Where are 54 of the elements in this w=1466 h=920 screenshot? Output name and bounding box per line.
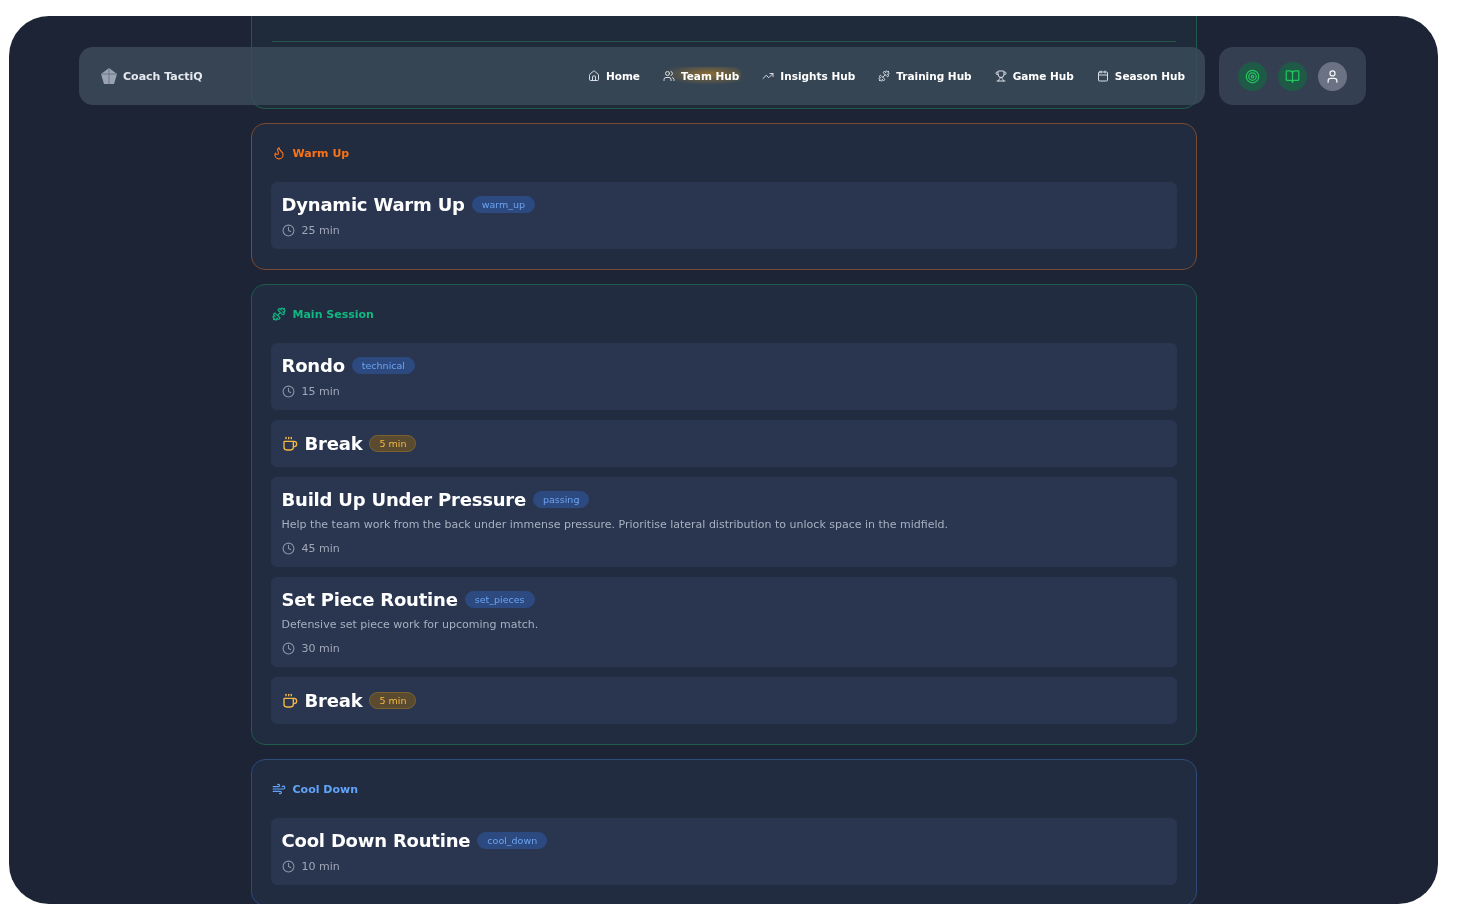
break-title: Break [304, 433, 363, 454]
duration-text: 25 min [301, 223, 340, 237]
trend-icon [762, 70, 775, 82]
duration-tag: 5 min [369, 692, 417, 709]
trophy-icon [994, 70, 1007, 82]
flame-icon [271, 146, 286, 160]
category-tag: technical [351, 356, 415, 374]
section-title: Warm Up [292, 146, 350, 160]
book-icon [1285, 68, 1300, 84]
clock-icon [281, 223, 295, 237]
brand-name: Coach TactiQ [123, 69, 203, 83]
calendar-icon [1096, 70, 1109, 82]
drill-title: Dynamic Warm Up [281, 193, 465, 215]
category-tag: set_pieces [464, 590, 535, 608]
nav-link[interactable]: Season Hub [1094, 67, 1187, 85]
clock-icon [281, 384, 295, 398]
section-title: Cool Down [292, 782, 358, 796]
duration-text: 10 min [301, 859, 340, 873]
dumbbell-icon [878, 70, 891, 82]
nav-link[interactable]: Game Hub [992, 67, 1076, 85]
cup-icon [281, 692, 298, 709]
clock-icon [281, 541, 295, 555]
book-button[interactable] [1278, 61, 1307, 91]
nav-link[interactable]: Home [585, 67, 642, 85]
user-icon [1325, 68, 1340, 84]
nav-link[interactable]: Training Hub [876, 67, 974, 85]
logo-icon [99, 66, 119, 86]
cup-icon [281, 435, 298, 452]
drill-title: Set Piece Routine [281, 588, 458, 610]
duration-text: 30 min [301, 641, 340, 655]
target-icon [1245, 68, 1260, 84]
nav-link[interactable]: Team Hub [660, 67, 742, 85]
duration-tag: 5 min [369, 435, 417, 452]
section-title: Main Session [292, 307, 374, 321]
drill-title: Rondo [281, 354, 345, 376]
duration-text: 45 min [301, 541, 340, 555]
dumbbell-icon [271, 307, 286, 321]
category-tag: cool_down [477, 831, 548, 849]
home-icon [587, 70, 600, 82]
nav-link[interactable]: Insights Hub [760, 67, 858, 85]
people-icon [662, 70, 675, 82]
drill-description: Defensive set piece work for upcoming match. [281, 617, 540, 633]
drill-title: Build Up Under Pressure [281, 488, 526, 510]
clock-icon [281, 859, 295, 873]
break-title: Break [304, 690, 363, 711]
target-button[interactable] [1238, 61, 1267, 91]
drill-description: Help the team work from the back under immense pressure. Prioritise lateral distribution to unlock space in the midfield. [281, 517, 950, 533]
category-tag: passing [532, 490, 590, 508]
category-tag: warm_up [471, 195, 536, 213]
profile-button[interactable] [1318, 61, 1347, 91]
duration-text: 15 min [301, 384, 340, 398]
wind-icon [271, 782, 286, 796]
drill-title: Cool Down Routine [281, 829, 471, 851]
clock-icon [281, 641, 295, 655]
